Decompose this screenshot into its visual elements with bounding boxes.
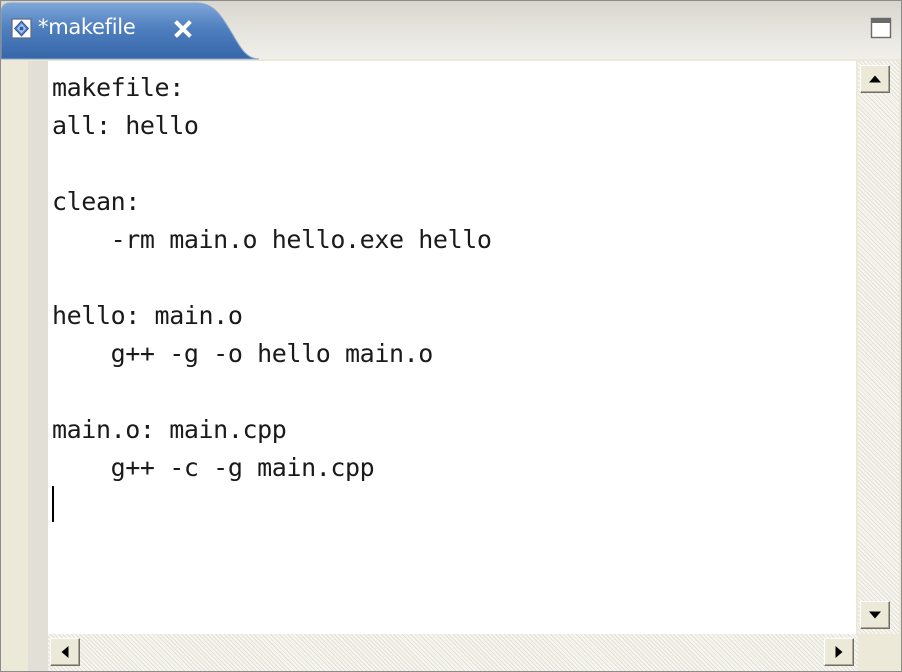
scrollbar-corner	[858, 634, 899, 671]
code-line-7: hello: main.o	[52, 301, 243, 330]
arrow-left-icon	[61, 646, 69, 658]
vertical-scrollbar[interactable]	[858, 61, 899, 634]
editor-ruler	[28, 61, 48, 671]
close-icon[interactable]	[174, 20, 192, 38]
code-line-10: main.o: main.cpp	[52, 415, 287, 444]
arrow-right-icon	[835, 646, 843, 658]
text-caret	[52, 486, 54, 522]
scroll-right-button[interactable]	[824, 638, 854, 666]
makefile-file-icon	[11, 18, 32, 39]
code-line-11: g++ -c -g main.cpp	[52, 453, 375, 482]
code-line-4: clean:	[52, 187, 140, 216]
tab-title: *makefile	[38, 15, 136, 39]
editor-view: *makefile makefile: all: hello clean: -r…	[0, 0, 902, 672]
arrow-down-icon	[869, 611, 881, 619]
makefile-editor-text-area[interactable]: makefile: all: hello clean: -rm main.o h…	[48, 61, 856, 634]
code-line-2: all: hello	[52, 111, 199, 140]
scroll-left-button[interactable]	[50, 638, 80, 666]
code-line-8: g++ -g -o hello main.o	[52, 339, 434, 368]
scroll-down-button[interactable]	[860, 601, 890, 629]
scroll-up-button[interactable]	[860, 65, 890, 93]
arrow-up-icon	[869, 75, 881, 83]
editor-tab-strip: *makefile	[1, 1, 901, 61]
horizontal-scrollbar[interactable]	[48, 634, 858, 671]
editor-tab-makefile[interactable]: *makefile	[1, 1, 260, 61]
code-line-5: -rm main.o hello.exe hello	[52, 225, 492, 254]
maximize-icon[interactable]	[869, 16, 893, 40]
code-line-1: makefile:	[52, 73, 184, 102]
